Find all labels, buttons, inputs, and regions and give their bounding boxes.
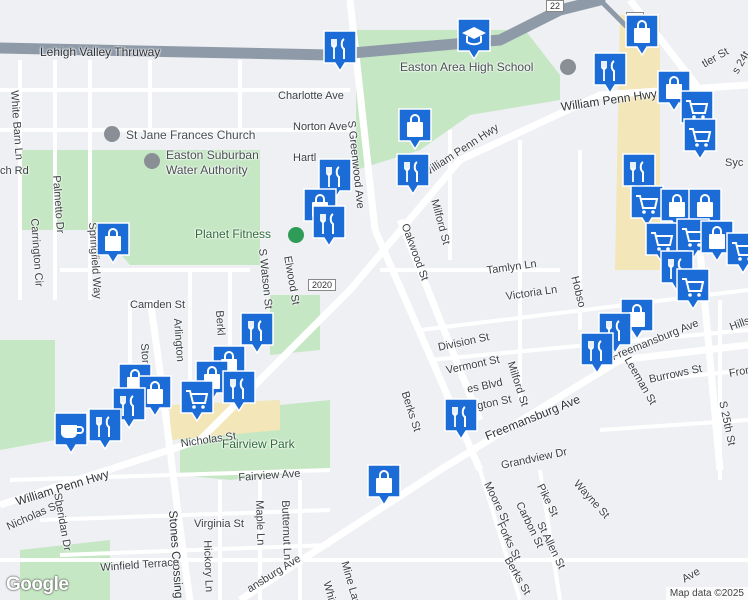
road-label-hartley: Hartl — [293, 152, 317, 164]
road-label-camden-st: Camden St — [130, 299, 186, 311]
map-pin-restaurant[interactable] — [593, 52, 627, 94]
map-pin-restaurant[interactable] — [222, 370, 256, 412]
map-pin-shopping-bag[interactable] — [625, 14, 659, 56]
map-pin-restaurant[interactable] — [88, 408, 122, 450]
map-pin-school[interactable] — [457, 18, 491, 60]
map-pin-shopping-bag[interactable] — [96, 222, 130, 264]
gym-icon — [288, 227, 304, 243]
route-2020-shield: 2020 — [308, 279, 337, 291]
road-label-butternut-ln: Butternut Ln — [279, 500, 294, 561]
map-pin-shopping-bag[interactable] — [367, 464, 401, 506]
place-label-school[interactable]: Easton Area High School — [400, 60, 533, 74]
place-label-water-line1[interactable]: Easton Suburban — [166, 148, 259, 162]
map-canvas[interactable]: Lehigh Valley Thruway William Penn Hwy W… — [0, 0, 748, 600]
google-logo: Google — [6, 574, 69, 595]
road-label-berkl: Berkl — [213, 310, 227, 336]
place-label-water-line2[interactable]: Water Authority — [166, 163, 248, 177]
map-pin-shopping-cart[interactable] — [676, 268, 710, 310]
road-label-virginia-st: Virginia St — [194, 518, 244, 530]
map-pin-cafe[interactable] — [54, 412, 88, 454]
place-label-church[interactable]: St Jane Frances Church — [126, 128, 255, 142]
map-pin-restaurant[interactable] — [323, 30, 357, 72]
place-label-gym[interactable]: Planet Fitness — [195, 227, 271, 241]
school-icon — [560, 59, 576, 75]
map-pin-restaurant[interactable] — [396, 153, 430, 195]
map-pin-restaurant[interactable] — [312, 205, 346, 247]
map-pin-shopping-cart[interactable] — [683, 118, 717, 160]
road-label-thruway: Lehigh Valley Thruway — [40, 45, 161, 59]
route-22-shield: 22 — [546, 0, 565, 12]
map-pin-shopping-cart[interactable] — [180, 380, 214, 422]
map-pin-shopping-cart[interactable] — [630, 185, 664, 227]
water-authority-icon — [144, 153, 160, 169]
road-label-charlotte-ave: Charlotte Ave — [278, 90, 344, 102]
map-pin-restaurant[interactable] — [444, 398, 478, 440]
place-label-park[interactable]: Fairview Park — [222, 437, 295, 451]
map-attribution[interactable]: Map data ©2025 — [665, 587, 748, 600]
road-label-syc: Syc — [725, 157, 744, 169]
church-icon — [104, 126, 120, 142]
map-pin-restaurant[interactable] — [580, 332, 614, 374]
road-label-maple-ln: Maple Ln — [253, 500, 267, 546]
map-pin-shopping-cart[interactable] — [726, 232, 748, 274]
map-pin-shopping-bag[interactable] — [398, 108, 432, 150]
road-label-norton-ave: Norton Ave — [293, 121, 348, 133]
road-label-ch-rd: ch Rd — [0, 165, 29, 177]
road-label-hickory-ln: Hickory Ln — [201, 540, 215, 593]
